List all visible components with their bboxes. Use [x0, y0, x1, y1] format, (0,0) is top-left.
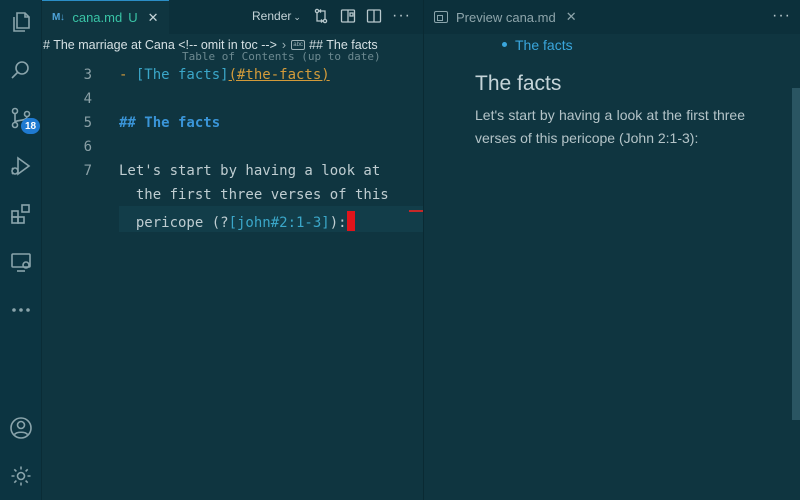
untracked-indicator: U — [128, 10, 138, 25]
line-number: 5 — [83, 115, 92, 131]
list-bullet — [502, 42, 507, 47]
tab-cana-md[interactable]: M↓ cana.md U ✕ — [42, 0, 169, 34]
preview-paragraph: Let's start by having a look at the firs… — [475, 107, 745, 146]
markdown-editor: M↓ cana.md U ✕ Render ⌄ ··· # The marriag… — [42, 0, 423, 500]
markdown-icon: M↓ — [52, 12, 65, 23]
preview-scrollbar[interactable] — [792, 88, 800, 420]
code-line-wrap-3[interactable]: pericope (?[john#2:1-3]): — [119, 211, 355, 231]
files-icon[interactable] — [5, 6, 37, 38]
sticky-scroll-ghost: Table of Contents (up to date) — [182, 50, 381, 63]
tab-label: cana.md — [72, 10, 123, 25]
more-actions-icon[interactable]: ··· — [772, 7, 791, 25]
remote-explorer-icon[interactable] — [5, 246, 37, 278]
render-label: Render — [252, 9, 292, 23]
ellipsis-icon[interactable] — [5, 294, 37, 326]
extensions-icon[interactable] — [5, 198, 37, 230]
code-text: ): — [329, 215, 347, 231]
close-icon[interactable]: ✕ — [148, 10, 159, 26]
run-debug-icon[interactable] — [5, 150, 37, 182]
line-number: 3 — [83, 67, 92, 83]
code-line-wrap-1[interactable]: Let's start by having a look at — [119, 163, 380, 179]
link-url[interactable]: (#the-facts) — [229, 67, 330, 83]
code-line[interactable]: - [The facts](#the-facts) — [119, 67, 330, 83]
markdown-preview: Preview cana.md ✕ ··· The facts The fact… — [424, 0, 800, 500]
activity-bar: 18 — [0, 0, 42, 500]
list-dash: - — [119, 67, 136, 83]
search-icon[interactable] — [5, 54, 37, 86]
line-number: 4 — [83, 91, 92, 107]
bible-reference: [john#2:1-3] — [228, 215, 330, 231]
code-line-heading[interactable]: ## The facts — [119, 115, 220, 131]
source-control-icon[interactable]: 18 — [5, 102, 40, 134]
split-editor-icon[interactable] — [366, 8, 384, 26]
compare-changes-icon[interactable] — [313, 8, 331, 26]
close-icon[interactable]: ✕ — [566, 9, 577, 25]
preview-heading: The facts — [475, 72, 562, 95]
open-preview-icon[interactable] — [340, 8, 358, 26]
source-control-badge: 18 — [21, 118, 40, 134]
gear-icon[interactable] — [5, 460, 37, 492]
line-number: 7 — [83, 163, 92, 179]
chevron-down-icon: ⌄ — [293, 12, 301, 22]
tab-preview-cana-md[interactable]: Preview cana.md ✕ — [424, 0, 584, 34]
account-icon[interactable] — [5, 412, 37, 444]
error-marker — [409, 210, 423, 212]
line-number: 6 — [83, 139, 92, 155]
tab-label: Preview cana.md — [456, 9, 556, 25]
text-cursor — [346, 211, 355, 231]
toc-link-the-facts[interactable]: The facts — [515, 37, 573, 53]
code-line-wrap-2[interactable]: the first three verses of this — [119, 187, 389, 203]
preview-icon — [434, 11, 448, 23]
render-button[interactable]: Render ⌄ — [252, 9, 301, 23]
more-actions-icon[interactable]: ··· — [392, 7, 411, 25]
link-text: [The facts] — [135, 67, 229, 83]
editor-tabbar: M↓ cana.md U ✕ Render ⌄ ··· — [42, 0, 423, 34]
code-text: pericope (? — [119, 215, 229, 231]
preview-body: The facts The facts Let's start by havin… — [424, 34, 800, 500]
symbol-string-icon: abc — [291, 40, 306, 50]
preview-tabbar: Preview cana.md ✕ ··· — [424, 0, 800, 34]
